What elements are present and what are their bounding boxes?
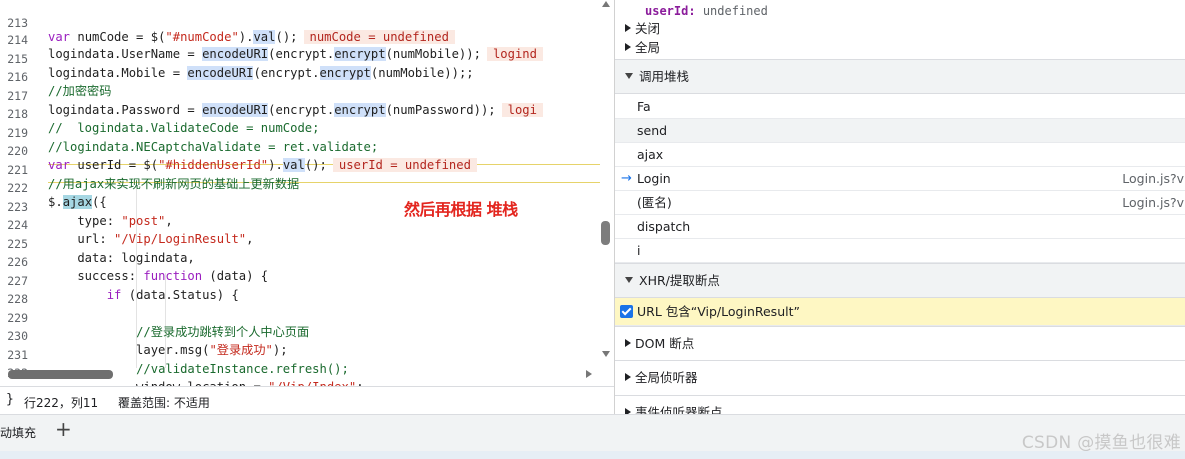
call-frame[interactable]: Fa [615, 95, 1185, 119]
collapse-triangle-icon [625, 277, 633, 283]
bottom-drawer: 动填充 + CSDN @摸鱼也很难 [0, 414, 1185, 459]
event-listener-breakpoints-title: 事件侦听器断点 [635, 405, 723, 414]
code-line[interactable]: 214 logindata.UserName = encodeURI(encry… [0, 17, 600, 61]
scope-variable-value: undefined [702, 4, 768, 18]
call-frame-source[interactable]: Login.js?v [1122, 191, 1184, 214]
global-listeners-title: 全局侦听器 [635, 370, 698, 385]
call-frame-name: send [637, 123, 668, 138]
call-stack-title: 调用堆栈 [639, 69, 690, 84]
vertical-scrollbar-thumb[interactable] [601, 221, 610, 245]
expand-triangle-icon [625, 339, 631, 347]
watermark: CSDN @摸鱼也很难 [1021, 433, 1181, 453]
code-line[interactable]: 227 if (data.Status) { [0, 258, 600, 302]
current-frame-arrow-icon: → [621, 171, 632, 186]
drawer-tab-autofill[interactable]: 动填充 [0, 424, 36, 441]
expand-triangle-icon [625, 43, 631, 51]
horizontal-scrollbar-thumb[interactable] [8, 370, 113, 379]
call-frame-name: dispatch [637, 219, 691, 234]
code-line-current[interactable]: 222 $.ajax({ [0, 165, 600, 209]
drawer-bottom-strip [0, 451, 1185, 459]
dom-breakpoints-title: DOM 断点 [635, 336, 695, 351]
coverage-status[interactable]: 覆盖范围: 不适用 [118, 394, 210, 411]
code-line[interactable]: 229 //登录成功跳转到个人中心页面 [0, 295, 600, 339]
call-frame[interactable]: dispatch [615, 215, 1185, 239]
call-frame[interactable]: → Login Login.js?v [615, 167, 1185, 191]
code-line[interactable]: 232 window.location = "/Vip/Index"; [0, 350, 600, 386]
scroll-right-arrow-icon[interactable] [586, 370, 592, 378]
call-frame-name: i [637, 243, 641, 258]
code-line[interactable]: 226 success: function (data) { [0, 239, 600, 283]
scope-global-label: 全局 [635, 40, 661, 55]
call-frame-name: Login [637, 171, 671, 186]
code-line[interactable]: 220 var userId = $("#hiddenUserId").val(… [0, 128, 600, 172]
xhr-breakpoint-label: URL 包含“Vip/LoginResult” [637, 304, 800, 319]
scope-variable-userid[interactable]: userId: undefined [645, 1, 1185, 21]
code-line[interactable]: 219 //logindata.NECaptchaValidate = ret.… [0, 110, 600, 154]
xhr-breakpoints-header[interactable]: XHR/提取断点 [615, 263, 1185, 298]
call-frame-name: ajax [637, 147, 664, 162]
cursor-position: 行222，列11 [24, 396, 99, 410]
scope-closure-label: 关闭 [635, 21, 661, 36]
code-line[interactable]: 216 //加密密码 [0, 54, 600, 98]
call-frame-source[interactable]: Login.js?v [1122, 167, 1184, 190]
code-line[interactable]: 217 logindata.Password = encodeURI(encry… [0, 73, 600, 117]
scope-variable-name: userId [645, 4, 689, 18]
code-line[interactable]: 225 data: logindata, [0, 221, 600, 265]
scroll-up-arrow-icon[interactable] [602, 1, 610, 7]
code-line[interactable]: 218 // logindata.ValidateCode = numCode; [0, 91, 600, 135]
scope-closure[interactable]: 关闭 [615, 19, 1185, 39]
call-frame[interactable]: (匿名) Login.js?v [615, 191, 1185, 215]
code-line[interactable]: 230 layer.msg("登录成功"); [0, 313, 600, 357]
add-tab-icon[interactable]: + [55, 419, 72, 439]
pretty-print-icon[interactable]: } [6, 392, 14, 407]
call-frame[interactable]: ajax [615, 143, 1185, 167]
source-editor[interactable]: 213 var numCode = $("#numCode").val(); nu… [0, 0, 614, 386]
collapse-triangle-icon [625, 73, 633, 79]
annotation-text: 然后再根据 堆栈 [404, 200, 518, 219]
call-frame-name: Fa [637, 99, 651, 114]
call-frame[interactable]: send [615, 119, 1185, 143]
expand-triangle-icon [625, 24, 631, 32]
scroll-down-arrow-icon[interactable] [602, 351, 610, 357]
call-frame-name: (匿名) [637, 195, 672, 210]
code-line[interactable]: 228 [0, 276, 600, 306]
event-listener-breakpoints-header[interactable]: 事件侦听器断点 [615, 396, 1185, 414]
global-listeners-header[interactable]: 全局侦听器 [615, 361, 1185, 396]
breakpoint-checkbox[interactable] [620, 305, 633, 318]
code-line[interactable]: 231 //validateInstance.refresh(); [0, 332, 600, 376]
dom-breakpoints-header[interactable]: DOM 断点 [615, 326, 1185, 361]
expand-triangle-icon [625, 373, 631, 381]
call-frame[interactable]: i [615, 239, 1185, 263]
xhr-breakpoints-title: XHR/提取断点 [639, 273, 720, 288]
xhr-breakpoint-item[interactable]: URL 包含“Vip/LoginResult” [615, 298, 1185, 326]
code-line[interactable]: 221 //用ajax来实现不刷新网页的基础上更新数据 [0, 147, 600, 191]
debugger-sidebar: userId: undefined 关闭 全局 调用堆栈 Fa send aja… [614, 0, 1185, 414]
code-line[interactable]: 213 var numCode = $("#numCode").val(); nu… [0, 0, 600, 44]
scope-global[interactable]: 全局 [615, 38, 1185, 58]
editor-status-bar: } 行222，列11 覆盖范围: 不适用 [0, 386, 614, 414]
code-line[interactable]: 215 logindata.Mobile = encodeURI(encrypt… [0, 36, 600, 80]
call-stack-header[interactable]: 调用堆栈 [615, 59, 1185, 94]
